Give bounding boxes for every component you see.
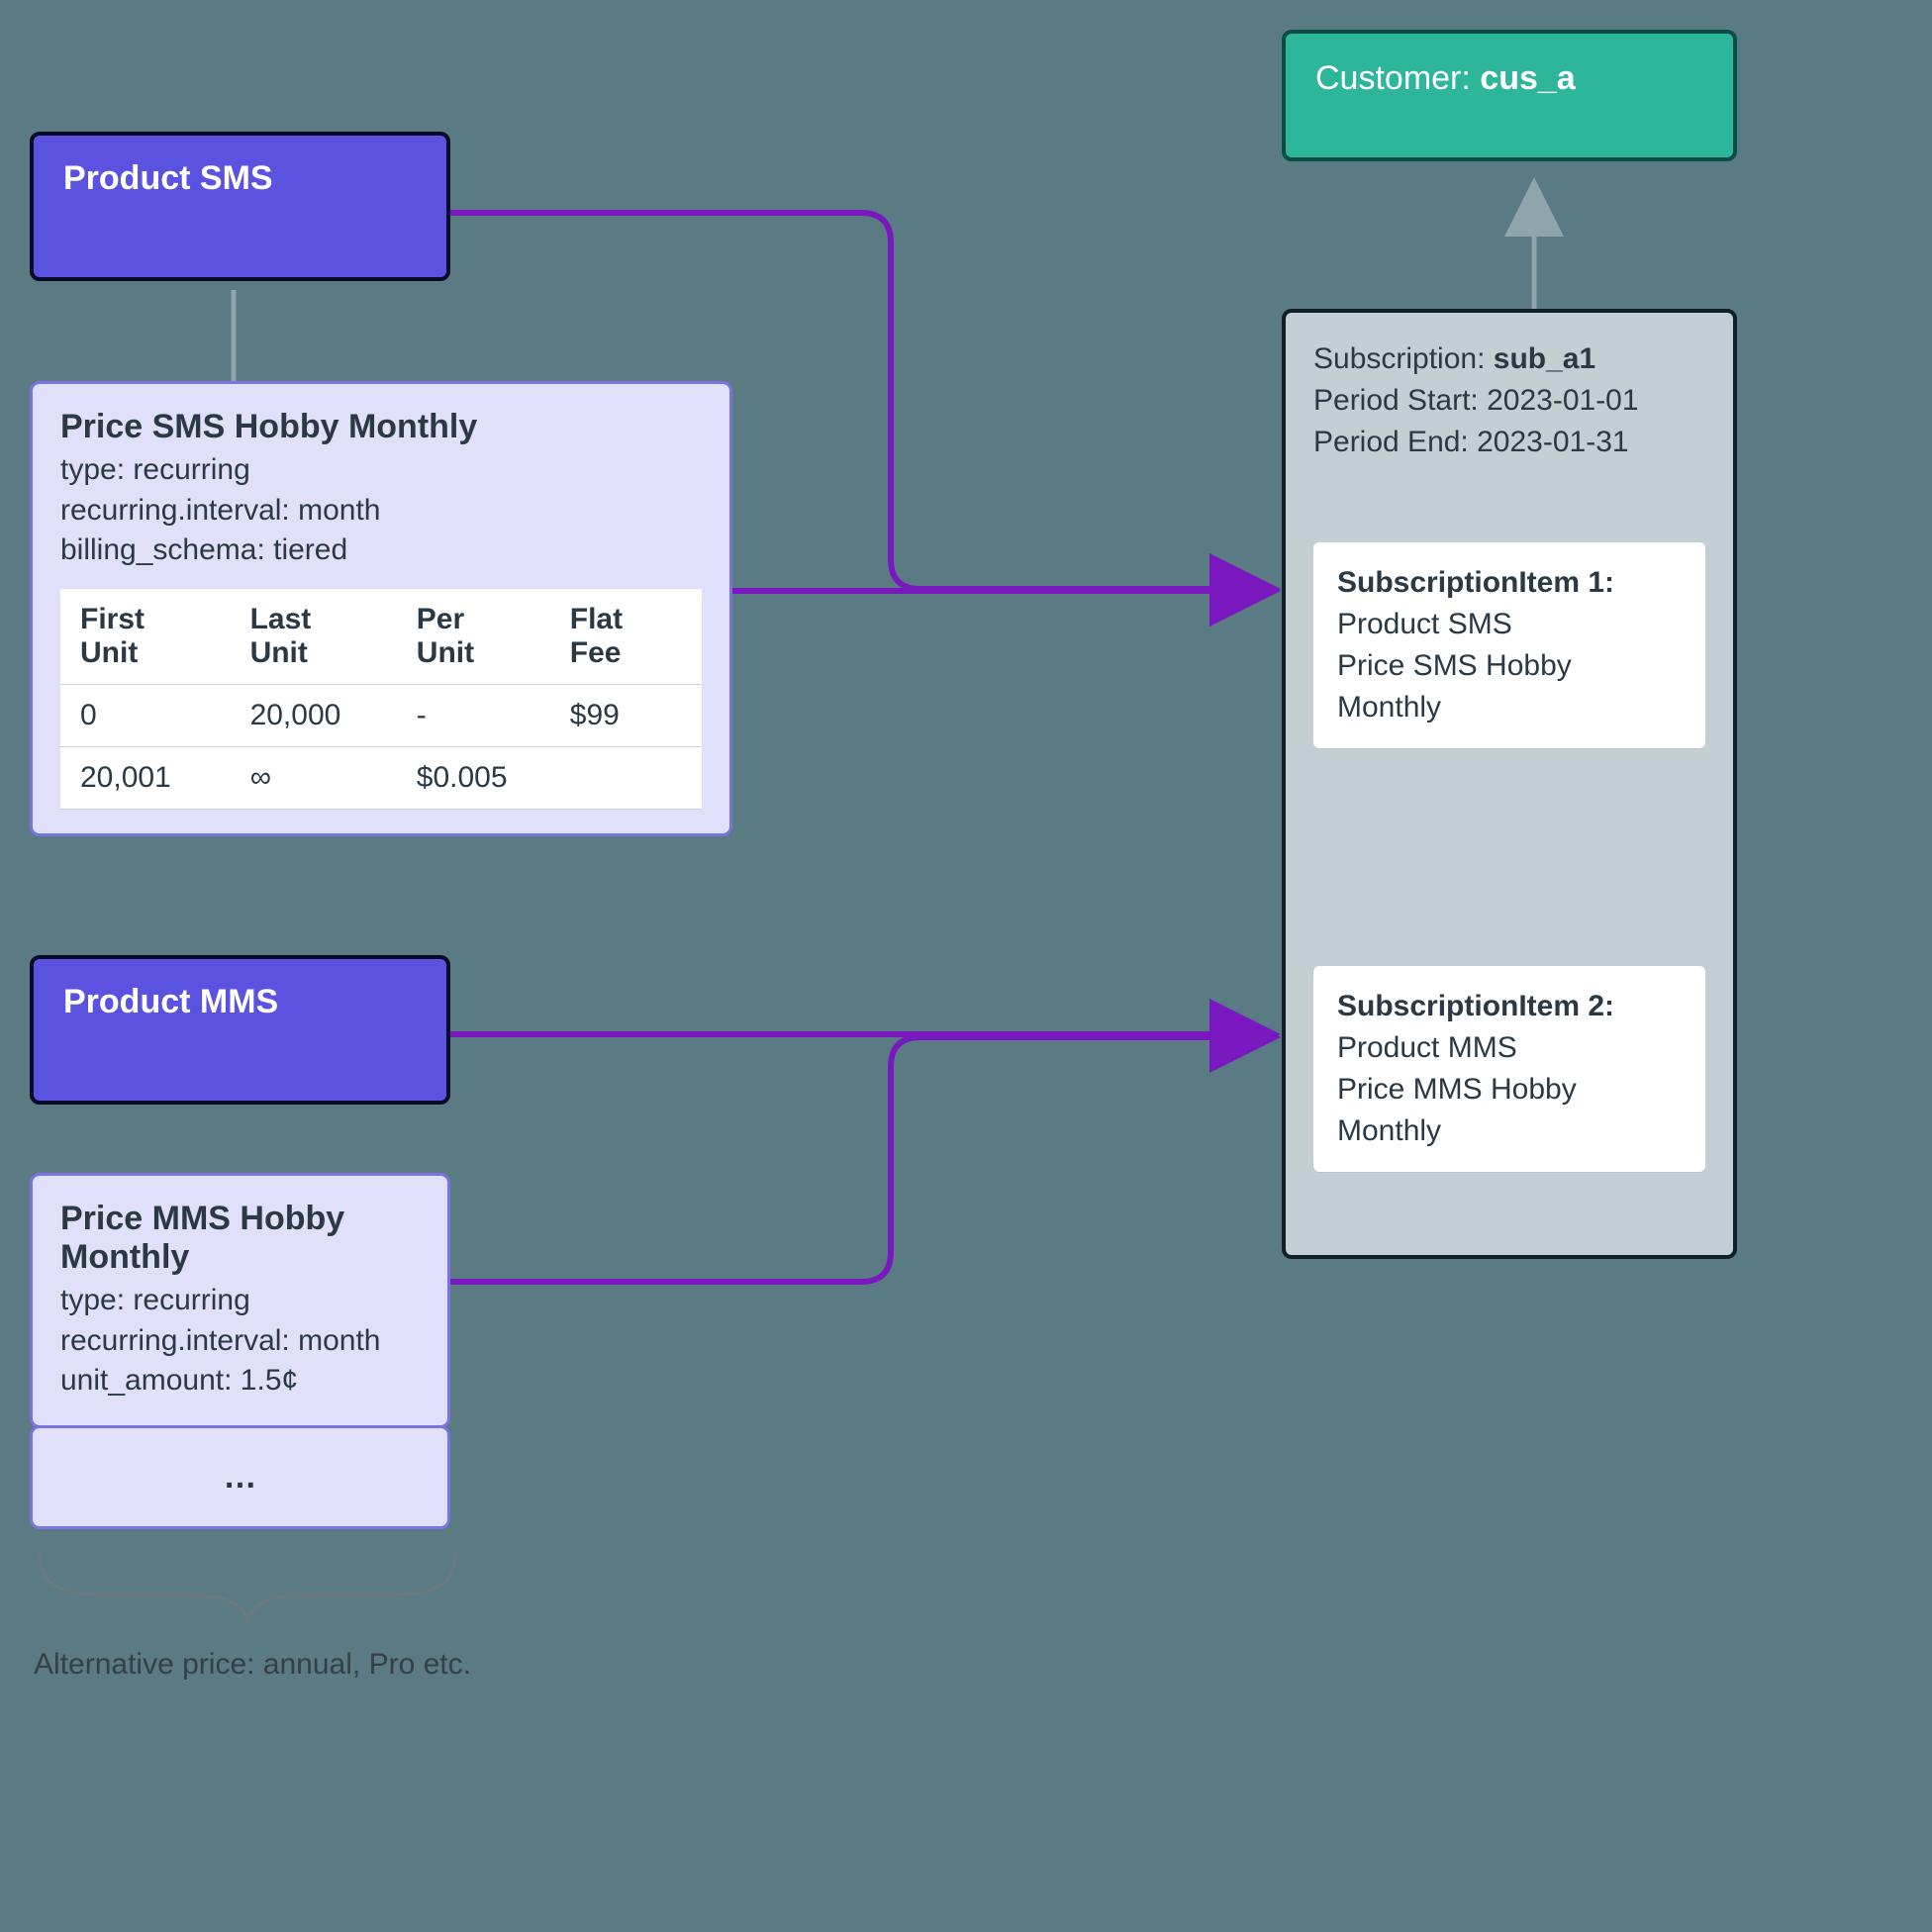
price-sms-schema: billing_schema: tiered: [60, 531, 702, 571]
price-mms-type: type: recurring: [60, 1281, 420, 1321]
sub-item-line: Price SMS Hobby Monthly: [1337, 645, 1682, 728]
subscription-end: Period End: 2023-01-31: [1313, 422, 1705, 463]
subscription-item-1: SubscriptionItem 1: Product SMS Price SM…: [1313, 542, 1705, 748]
tier-row: 20,001 ∞ $0.005: [60, 746, 702, 809]
product-mms-title: Product MMS: [63, 983, 278, 1020]
price-mms-box: Price MMS Hobby Monthly type: recurring …: [30, 1173, 450, 1428]
price-sms-title: Price SMS Hobby Monthly: [60, 408, 702, 446]
price-mms-interval: recurring.interval: month: [60, 1321, 420, 1362]
price-ellipsis-box: …: [30, 1425, 450, 1529]
tier-row: 0 20,000 - $99: [60, 684, 702, 746]
customer-label: Customer:: [1315, 59, 1471, 97]
alt-price-note: Alternative price: annual, Pro etc.: [30, 1648, 475, 1682]
col-first: First Unit: [60, 589, 231, 685]
price-sms-tier-table: First Unit Last Unit Per Unit Flat Fee 0…: [60, 589, 702, 810]
price-sms-box: Price SMS Hobby Monthly type: recurring …: [30, 381, 732, 836]
sub-item-line: Product MMS: [1337, 1027, 1682, 1069]
col-last: Last Unit: [231, 589, 397, 685]
price-sms-interval: recurring.interval: month: [60, 491, 702, 531]
subscription-item-2: SubscriptionItem 2: Product MMS Price MM…: [1313, 966, 1705, 1172]
col-per: Per Unit: [397, 589, 550, 685]
sub-item-line: Price MMS Hobby Monthly: [1337, 1069, 1682, 1152]
subscription-start: Period Start: 2023-01-01: [1313, 380, 1705, 422]
product-mms-box: Product MMS: [30, 955, 450, 1105]
price-mms-amount: unit_amount: 1.5¢: [60, 1361, 420, 1401]
subscription-box: Subscription: sub_a1 Period Start: 2023-…: [1282, 309, 1737, 1259]
sub-item-line: Product SMS: [1337, 604, 1682, 645]
customer-box: Customer: cus_a: [1282, 30, 1737, 161]
price-mms-title: Price MMS Hobby Monthly: [60, 1200, 420, 1277]
subscription-id-line: Subscription: sub_a1: [1313, 338, 1705, 380]
customer-id: cus_a: [1480, 59, 1575, 97]
price-sms-type: type: recurring: [60, 450, 702, 491]
col-flat: Flat Fee: [550, 589, 702, 685]
sub-item-header: SubscriptionItem 1:: [1337, 562, 1682, 604]
product-sms-box: Product SMS: [30, 132, 450, 281]
product-sms-title: Product SMS: [63, 159, 273, 197]
sub-item-header: SubscriptionItem 2:: [1337, 986, 1682, 1027]
